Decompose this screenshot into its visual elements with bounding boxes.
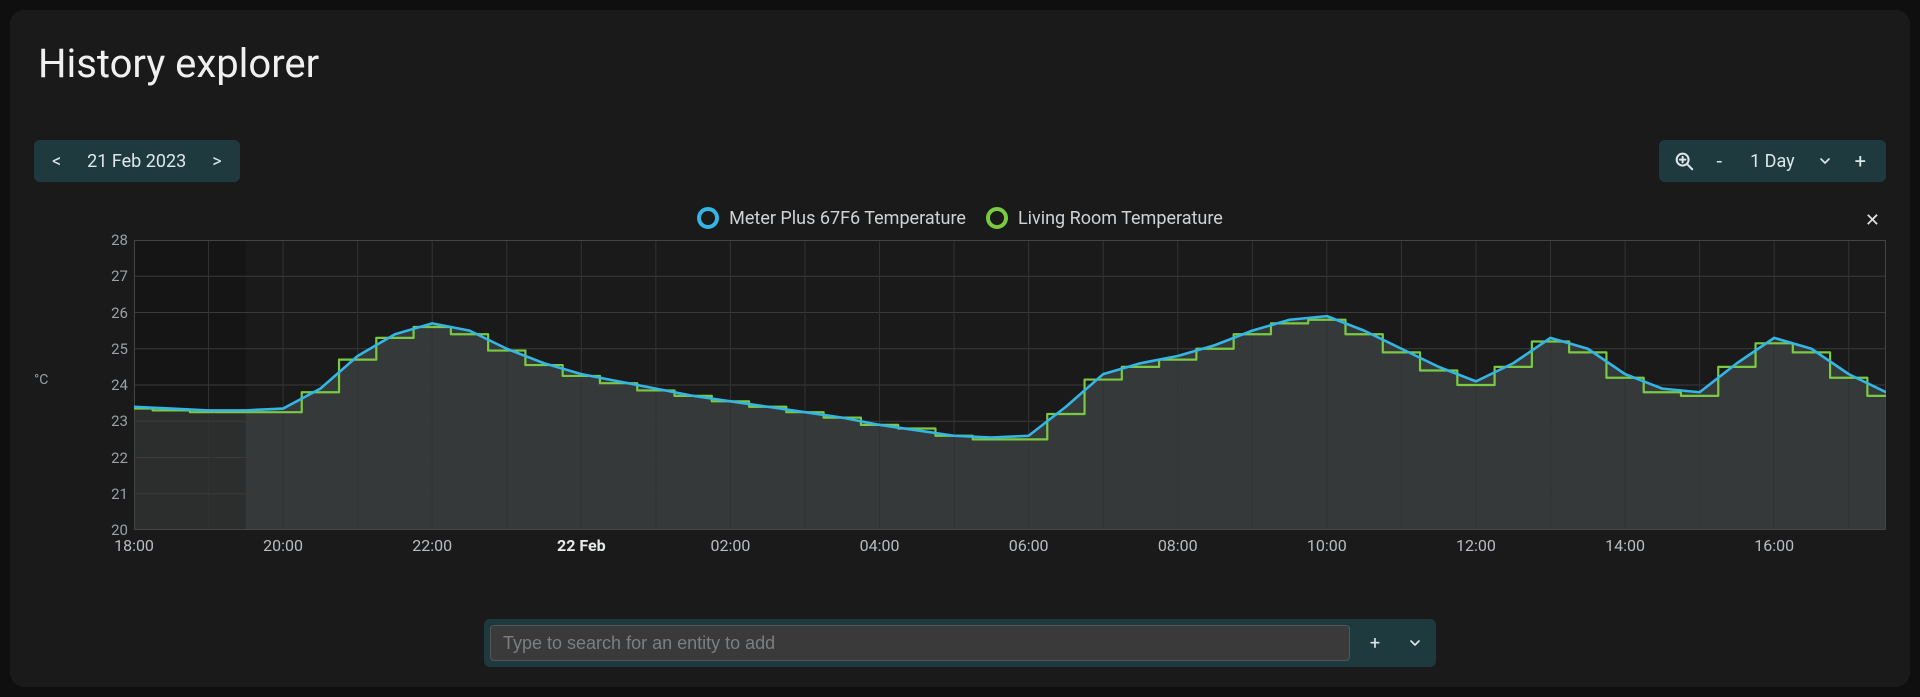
date-label[interactable]: 21 Feb 2023 <box>83 151 190 172</box>
x-tick-label: 04:00 <box>860 536 900 555</box>
legend-item[interactable]: Meter Plus 67F6 Temperature <box>697 207 966 229</box>
x-tick-label: 12:00 <box>1456 536 1496 555</box>
date-nav: < 21 Feb 2023 > <box>34 140 240 182</box>
date-next-button[interactable]: > <box>208 151 225 172</box>
y-tick-label: 22 <box>98 449 128 467</box>
x-tick-label: 22 Feb <box>557 536 606 555</box>
range-nav: - 1 Day + <box>1659 140 1886 182</box>
x-tick-label: 14:00 <box>1605 536 1645 555</box>
history-explorer-card: History explorer < 21 Feb 2023 > - 1 Day… <box>10 10 1910 687</box>
page-title: History explorer <box>38 40 319 87</box>
y-tick-label: 28 <box>98 231 128 249</box>
y-tick-label: 25 <box>98 340 128 358</box>
y-tick-label: 21 <box>98 485 128 503</box>
entity-expand-button[interactable] <box>1400 625 1430 661</box>
entity-search-input[interactable] <box>490 625 1350 661</box>
chart-plot-area[interactable] <box>134 240 1886 530</box>
legend-swatch <box>697 207 719 229</box>
legend-label: Living Room Temperature <box>1018 208 1223 229</box>
x-tick-label: 10:00 <box>1307 536 1347 555</box>
y-axis-label: °C <box>34 372 48 388</box>
zoom-in-icon[interactable] <box>1673 150 1695 172</box>
chevron-down-icon[interactable] <box>1817 153 1833 169</box>
y-tick-label: 27 <box>98 267 128 285</box>
x-tick-label: 22:00 <box>412 536 452 555</box>
legend-label: Meter Plus 67F6 Temperature <box>729 208 966 229</box>
range-increase-button[interactable]: + <box>1849 149 1872 173</box>
x-tick-label: 20:00 <box>263 536 303 555</box>
date-prev-button[interactable]: < <box>48 151 65 172</box>
entity-search-row: + <box>10 619 1910 667</box>
x-tick-label: 08:00 <box>1158 536 1198 555</box>
x-tick-label: 16:00 <box>1754 536 1794 555</box>
entity-search-group: + <box>484 619 1436 667</box>
x-tick-label: 18:00 <box>114 536 154 555</box>
chart-legend: Meter Plus 67F6 Temperature Living Room T… <box>34 200 1886 236</box>
y-tick-label: 23 <box>98 412 128 430</box>
range-decrease-button[interactable]: - <box>1711 149 1729 173</box>
chart: Meter Plus 67F6 Temperature Living Room T… <box>34 200 1886 560</box>
x-tick-label: 06:00 <box>1009 536 1049 555</box>
legend-swatch <box>986 207 1008 229</box>
y-tick-label: 26 <box>98 304 128 322</box>
legend-item[interactable]: Living Room Temperature <box>986 207 1223 229</box>
range-label[interactable]: 1 Day <box>1744 151 1801 172</box>
y-tick-label: 24 <box>98 376 128 394</box>
entity-add-button[interactable]: + <box>1360 625 1390 661</box>
x-tick-label: 02:00 <box>711 536 751 555</box>
